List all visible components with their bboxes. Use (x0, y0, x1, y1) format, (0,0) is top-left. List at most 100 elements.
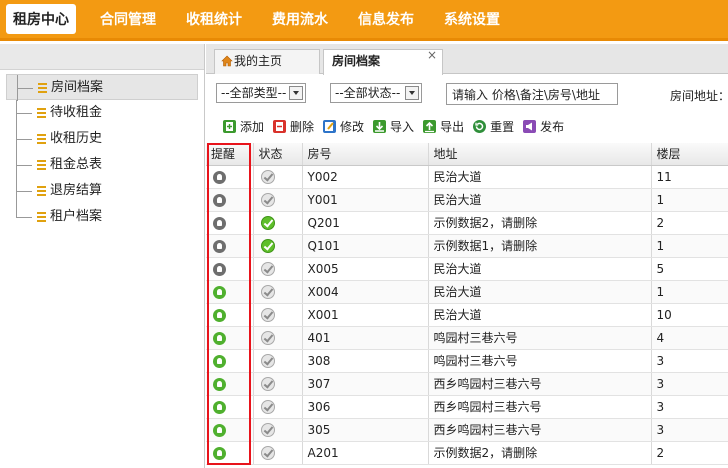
document-icon (37, 134, 46, 144)
tab-label: 房间档案 (332, 54, 381, 68)
search-input[interactable] (446, 83, 618, 105)
column-header-status[interactable]: 状态 (253, 143, 303, 166)
add-button[interactable]: 添加 (222, 118, 264, 135)
status-check-icon[interactable] (260, 261, 275, 276)
room-number-cell: 306 (302, 395, 429, 419)
type-select[interactable]: --全部类型-- (216, 83, 306, 103)
nav-rental-center[interactable]: 租房中心 (6, 4, 76, 34)
sidebar-item-room-records[interactable]: 房间档案 (6, 74, 198, 101)
tab-home[interactable]: 我的主页 (214, 49, 320, 74)
bell-grey-icon[interactable] (213, 170, 226, 184)
table-row[interactable]: X001 民治大道 10 (206, 303, 728, 327)
bell-green-icon[interactable] (213, 285, 226, 299)
table-row[interactable]: Q201 示例数据2，请删除 2 (206, 211, 728, 235)
status-check-icon[interactable] (260, 215, 275, 230)
status-cell (253, 395, 303, 419)
status-check-icon[interactable] (260, 307, 275, 322)
status-check-icon[interactable] (260, 399, 275, 414)
status-cell (253, 441, 303, 465)
bell-green-icon[interactable] (213, 377, 226, 391)
publish-button[interactable]: 发布 (522, 118, 564, 135)
status-check-icon[interactable] (260, 284, 275, 299)
table-row[interactable]: X005 民治大道 5 (206, 257, 728, 281)
bell-green-icon[interactable] (213, 423, 226, 437)
add-icon (223, 119, 236, 133)
room-number-cell: A201 (302, 441, 429, 465)
status-check-icon[interactable] (260, 192, 275, 207)
table-row[interactable]: Y002 民治大道 11 (206, 165, 728, 189)
sidebar: 房间档案 待收租金 收租历史 租金总表 退房结算 租户档案 (0, 44, 205, 468)
sidebar-item-tenant-records[interactable]: 租户档案 (6, 204, 204, 230)
bell-grey-icon[interactable] (213, 262, 226, 276)
address-cell: 民治大道 (428, 165, 652, 189)
status-check-icon[interactable] (260, 238, 275, 253)
import-button-label: 导入 (390, 119, 415, 134)
remind-cell (206, 188, 254, 212)
export-button[interactable]: 导出 (422, 118, 464, 135)
nav-expense-flow[interactable]: 费用流水 (272, 9, 328, 29)
tab-room-records[interactable]: 房间档案 × (323, 48, 443, 75)
status-cell (253, 349, 303, 373)
edit-icon (323, 119, 337, 133)
sidebar-item-rent-summary[interactable]: 租金总表 (6, 152, 204, 178)
remind-cell (206, 326, 254, 350)
status-select[interactable]: --全部状态-- (330, 83, 422, 103)
column-header-remind[interactable]: 提醒 (206, 143, 254, 166)
floor-cell: 3 (651, 372, 728, 396)
edit-button[interactable]: 修改 (322, 118, 364, 135)
import-button[interactable]: 导入 (372, 118, 414, 135)
remind-cell (206, 234, 254, 258)
sidebar-item-rent-history[interactable]: 收租历史 (6, 126, 204, 152)
status-cell (253, 211, 303, 235)
table-row[interactable]: 401 鸣园村三巷六号 4 (206, 326, 728, 350)
nav-rent-statistics[interactable]: 收租统计 (186, 9, 242, 29)
address-cell: 西乡鸣园村三巷六号 (428, 395, 652, 419)
room-number-cell: 308 (302, 349, 429, 373)
bell-grey-icon[interactable] (213, 193, 226, 207)
document-icon (37, 108, 46, 118)
status-check-icon[interactable] (260, 353, 275, 368)
bell-green-icon[interactable] (213, 446, 226, 460)
nav-system-settings[interactable]: 系统设置 (444, 9, 500, 29)
column-header-floor[interactable]: 楼层 (651, 143, 728, 166)
sidebar-item-label: 待收租金 (50, 105, 103, 120)
table-row[interactable]: A201 示例数据2，请删除 2 (206, 441, 728, 465)
status-check-icon[interactable] (260, 376, 275, 391)
table-row[interactable]: 306 西乡鸣园村三巷六号 3 (206, 395, 728, 419)
table-row[interactable]: 307 西乡鸣园村三巷六号 3 (206, 372, 728, 396)
chevron-down-icon (289, 86, 303, 100)
address-label: 房间地址： (670, 89, 728, 103)
status-check-icon[interactable] (260, 422, 275, 437)
column-header-address[interactable]: 地址 (428, 143, 652, 166)
address-cell: 民治大道 (428, 188, 652, 212)
sidebar-item-pending-rent[interactable]: 待收租金 (6, 100, 204, 126)
import-icon (373, 119, 387, 133)
status-check-icon[interactable] (260, 330, 275, 345)
table-row[interactable]: Q101 示例数据1，请删除 1 (206, 234, 728, 258)
floor-cell: 2 (651, 211, 728, 235)
table-row[interactable]: 305 西乡鸣园村三巷六号 3 (206, 418, 728, 442)
status-check-icon[interactable] (260, 169, 275, 184)
add-button-label: 添加 (240, 119, 265, 134)
table-row[interactable]: Y001 民治大道 1 (206, 188, 728, 212)
reset-button[interactable]: 重置 (472, 118, 514, 135)
bell-green-icon[interactable] (213, 331, 226, 345)
nav-contract-management[interactable]: 合同管理 (100, 9, 156, 29)
bell-grey-icon[interactable] (213, 239, 226, 253)
address-cell: 示例数据1，请删除 (428, 234, 652, 258)
bell-grey-icon[interactable] (213, 216, 226, 230)
bell-green-icon[interactable] (213, 308, 226, 322)
sidebar-item-checkout-settlement[interactable]: 退房结算 (6, 178, 204, 204)
top-navigation-bar: 租房中心 合同管理 收租统计 费用流水 信息发布 系统设置 (0, 0, 728, 41)
status-check-icon[interactable] (260, 445, 275, 460)
close-icon[interactable]: × (427, 44, 437, 67)
bell-green-icon[interactable] (213, 354, 226, 368)
nav-info-publish[interactable]: 信息发布 (358, 9, 414, 29)
room-number-cell: X005 (302, 257, 429, 281)
column-header-room[interactable]: 房号 (302, 143, 429, 166)
publish-icon (523, 119, 537, 133)
table-row[interactable]: 308 鸣园村三巷六号 3 (206, 349, 728, 373)
table-row[interactable]: X004 民治大道 1 (206, 280, 728, 304)
delete-button[interactable]: 删除 (272, 118, 314, 135)
bell-green-icon[interactable] (213, 400, 226, 414)
